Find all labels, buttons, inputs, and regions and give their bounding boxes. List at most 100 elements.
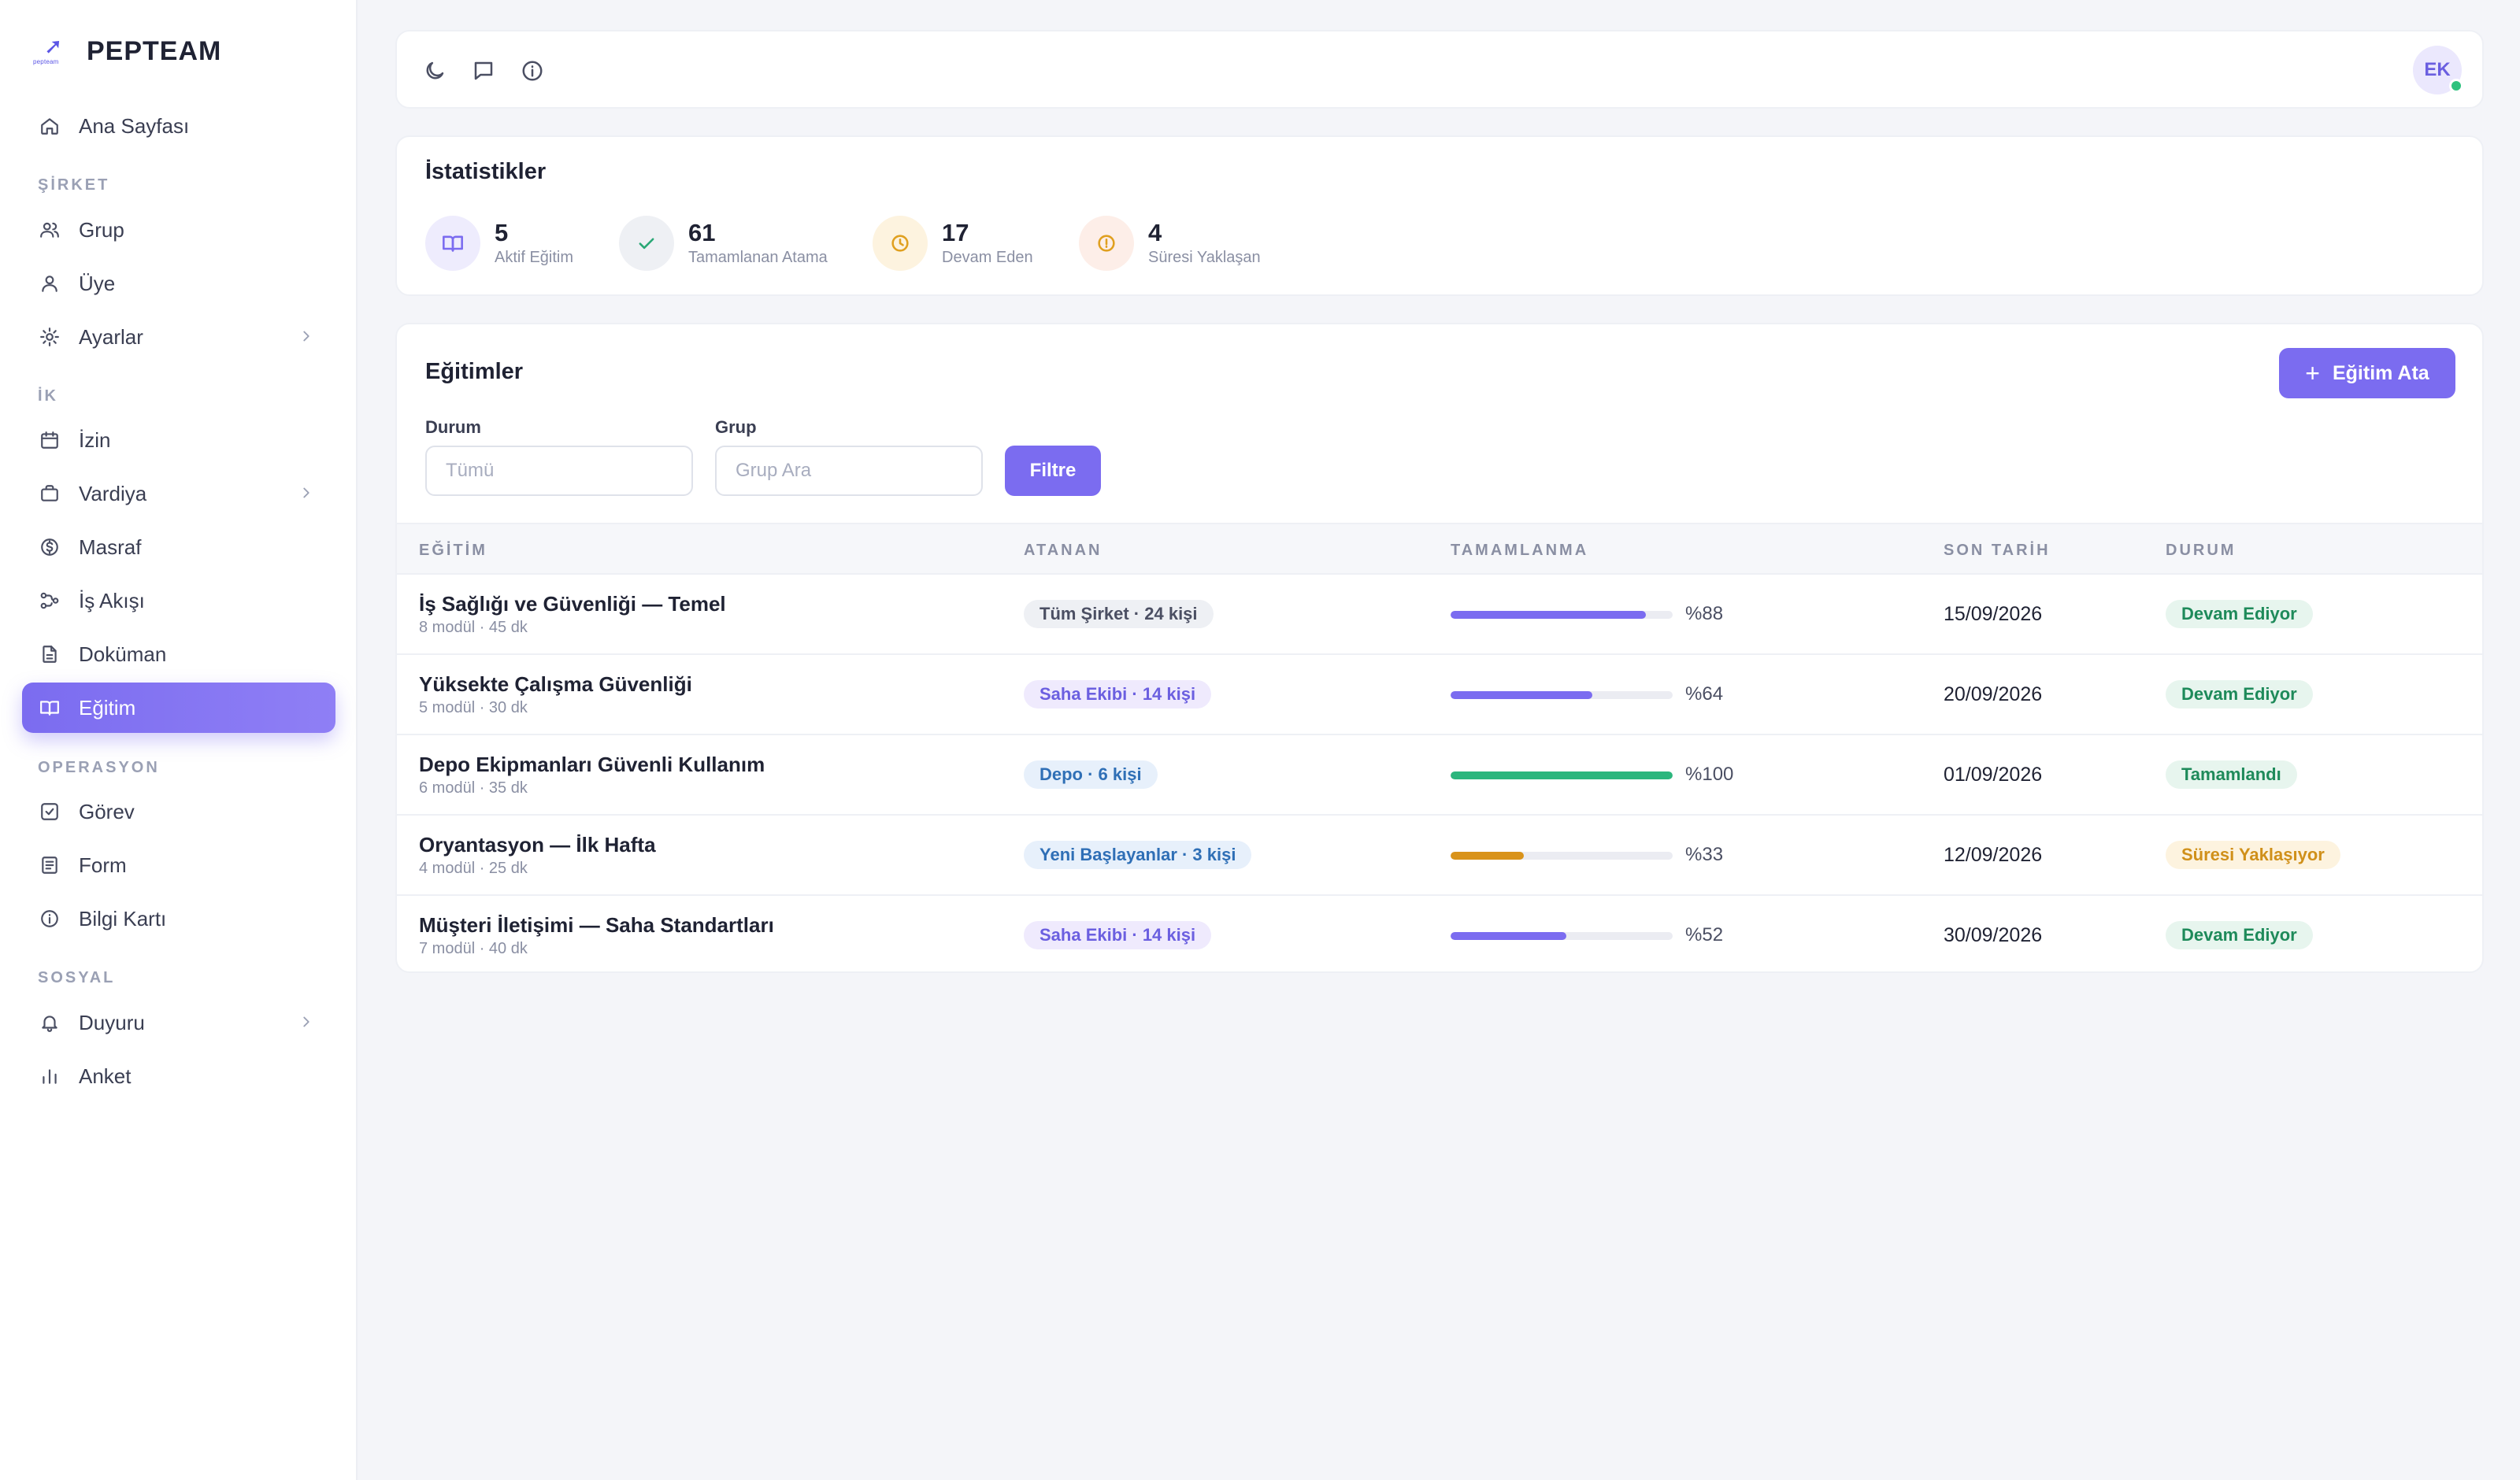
stat-label: Aktif Eğitim: [495, 249, 574, 266]
table-row[interactable]: Oryantasyon — İlk Hafta 4 modül · 25 dk Ye…: [397, 816, 2482, 896]
training-name[interactable]: İş Sağlığı ve Güvenliği — Temel: [419, 592, 726, 616]
message-icon[interactable]: [469, 57, 498, 85]
sidebar-item-label: Grup: [79, 217, 124, 242]
stat-value: 61: [688, 219, 716, 246]
training-name[interactable]: Oryantasyon — İlk Hafta: [419, 833, 656, 857]
bar-chart-icon: [38, 1064, 61, 1088]
clock-icon: [873, 216, 928, 271]
chevron-right-icon: [298, 327, 315, 345]
info-icon: [38, 907, 61, 931]
training-meta: 5 modül · 30 dk: [419, 699, 528, 716]
sidebar-item-workflow[interactable]: İş Akışı: [22, 575, 335, 626]
completion-bar-fill: [1451, 771, 1673, 779]
pepteam-logo: ➚ pepteam: [33, 34, 63, 66]
completion-percent: %88: [1685, 603, 1724, 624]
column-header[interactable]: ATANAN: [1024, 542, 1102, 560]
status-badge: Devam Ediyor: [2166, 921, 2313, 949]
assigned-chip: Yeni Başlayanlar · 3 kişi: [1024, 841, 1252, 869]
training-meta: 8 modül · 45 dk: [419, 619, 528, 636]
completion-bar-fill: [1451, 932, 1566, 940]
sidebar-item-task[interactable]: Görev: [22, 786, 335, 837]
training-meta: 4 modül · 25 dk: [419, 860, 528, 877]
assign-training-label: Eğitim Ata: [2332, 361, 2429, 384]
sidebar-item-label: Doküman: [79, 642, 167, 666]
topbar: EK: [395, 30, 2484, 109]
sidebar: ➚ pepteam PEPTEAM Ana Sayfası ŞİRKET Gru…: [0, 0, 358, 1480]
section-title-operations: OPERASYON: [38, 759, 160, 776]
training-name[interactable]: Depo Ekipmanları Güvenli Kullanım: [419, 753, 765, 777]
group-search-input[interactable]: [715, 446, 983, 496]
due-date: 12/09/2026: [1944, 844, 2043, 866]
completion-bar: [1451, 771, 1673, 779]
assign-training-button[interactable]: + Eğitim Ata: [2279, 348, 2455, 398]
sidebar-item-member[interactable]: Üye: [22, 258, 335, 309]
stat-active-training: 5 Aktif Eğitim: [425, 216, 573, 271]
online-status-dot: [2449, 79, 2463, 93]
status-badge: Süresi Yaklaşıyor: [2166, 841, 2340, 869]
table-row[interactable]: İş Sağlığı ve Güvenliği — Temel 8 modül ·…: [397, 575, 2482, 655]
trainings-title: Eğitimler: [425, 359, 524, 384]
sidebar-item-label: Ayarlar: [79, 324, 143, 349]
sidebar-item-label: Görev: [79, 799, 135, 823]
sidebar-item-shift[interactable]: Vardiya: [22, 468, 335, 519]
book-icon: [38, 696, 61, 720]
completion-percent: %52: [1685, 924, 1724, 945]
table-row[interactable]: Yüksekte Çalışma Güvenliği 5 modül · 30 d…: [397, 655, 2482, 735]
sidebar-item-label: Ana Sayfası: [79, 113, 190, 138]
completion-bar: [1451, 611, 1673, 619]
due-date: 01/09/2026: [1944, 764, 2043, 786]
training-name[interactable]: Müşteri İletişimi — Saha Standartları: [419, 913, 774, 938]
sidebar-item-label: Form: [79, 853, 127, 877]
training-name[interactable]: Yüksekte Çalışma Güvenliği: [419, 672, 692, 697]
column-header[interactable]: DURUM: [2166, 542, 2236, 560]
sidebar-item-settings[interactable]: Ayarlar: [22, 312, 335, 362]
stat-value: 5: [495, 219, 509, 246]
training-meta: 6 modül · 35 dk: [419, 779, 528, 797]
table-row[interactable]: Depo Ekipmanları Güvenli Kullanım 6 modül…: [397, 735, 2482, 816]
sidebar-item-survey[interactable]: Anket: [22, 1051, 335, 1101]
sidebar-item-leave[interactable]: İzin: [22, 415, 335, 465]
stat-label: Tamamlanan Atama: [688, 249, 828, 266]
column-header[interactable]: EĞİTİM: [419, 542, 487, 560]
sidebar-item-info-card[interactable]: Bilgi Kartı: [22, 894, 335, 944]
brand[interactable]: ➚ pepteam PEPTEAM: [33, 31, 221, 71]
stat-completed-assignment: 61 Tamamlanan Atama: [619, 216, 828, 271]
section-title-social: SOSYAL: [38, 969, 116, 986]
filter-button[interactable]: Filtre: [1005, 446, 1101, 496]
sidebar-item-expense[interactable]: Masraf: [22, 522, 335, 572]
sidebar-item-label: Üye: [79, 271, 116, 295]
assigned-chip: Tüm Şirket · 24 kişi: [1024, 600, 1214, 628]
sidebar-item-announcement[interactable]: Duyuru: [22, 997, 335, 1048]
avatar-initials: EK: [2424, 59, 2451, 80]
completion-bar-fill: [1451, 852, 1525, 860]
sidebar-item-form[interactable]: Form: [22, 840, 335, 890]
status-filter-label: Durum: [425, 417, 481, 437]
check-square-icon: [38, 800, 61, 823]
table-row[interactable]: Müşteri İletişimi — Saha Standartları 7 m…: [397, 896, 2482, 971]
stat-label: Süresi Yaklaşan: [1148, 249, 1261, 266]
status-filter-input[interactable]: [425, 446, 693, 496]
statistics-card: İstatistikler 5 Aktif Eğitim 61 Tamamlanan…: [395, 135, 2484, 296]
section-title-hr: İK: [38, 387, 58, 405]
sidebar-item-home[interactable]: Ana Sayfası: [22, 101, 335, 151]
status-badge: Devam Ediyor: [2166, 680, 2313, 709]
due-date: 15/09/2026: [1944, 603, 2043, 625]
stat-due-soon: 4 Süresi Yaklaşan: [1079, 216, 1261, 271]
completion-percent: %64: [1685, 683, 1724, 705]
sidebar-item-document[interactable]: Doküman: [22, 629, 335, 679]
avatar[interactable]: EK: [2413, 46, 2463, 94]
info-icon[interactable]: [518, 57, 547, 85]
moon-icon[interactable]: [421, 57, 449, 85]
table-header: EĞİTİM ATANAN TAMAMLANMA SON TARİH DURUM: [397, 523, 2482, 575]
form-icon: [38, 853, 61, 877]
stat-label: Devam Eden: [942, 249, 1033, 266]
section-title-company: ŞİRKET: [38, 176, 110, 194]
sidebar-item-group[interactable]: Grup: [22, 205, 335, 255]
calendar-icon: [38, 428, 61, 452]
column-header[interactable]: TAMAMLANMA: [1451, 542, 1588, 560]
column-header[interactable]: SON TARİH: [1944, 542, 2051, 560]
sidebar-item-training[interactable]: Eğitim: [22, 683, 335, 733]
sidebar-item-label: İş Akışı: [79, 588, 145, 612]
sidebar-item-label: Vardiya: [79, 481, 147, 505]
stat-in-progress: 17 Devam Eden: [873, 216, 1033, 271]
